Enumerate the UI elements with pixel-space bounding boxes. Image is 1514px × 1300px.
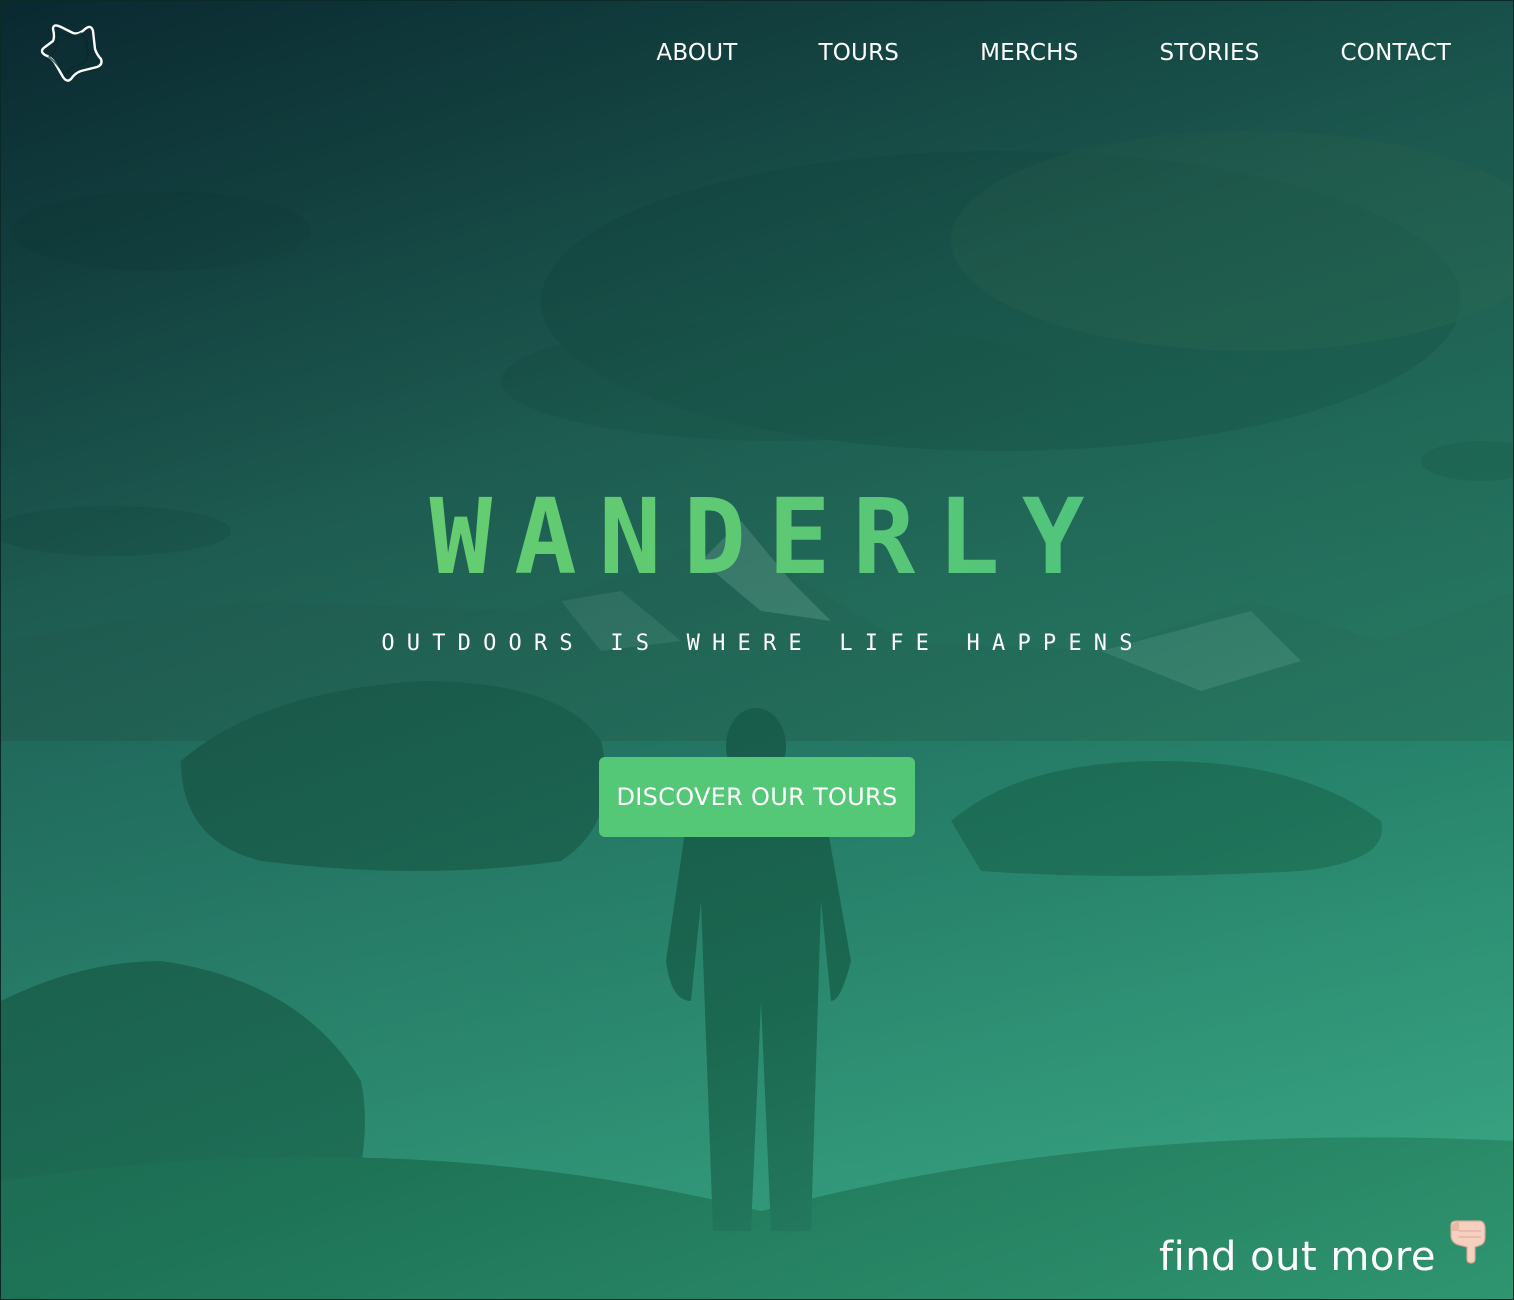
pointing-down-hand-icon[interactable] bbox=[1445, 1217, 1489, 1265]
hero-title: WANDERLY bbox=[1, 479, 1513, 595]
nav-item-tours[interactable]: TOURS bbox=[819, 37, 900, 69]
main-nav: ABOUT TOURS MERCHS STORIES CONTACT bbox=[656, 37, 1451, 69]
hero-section: ABOUT TOURS MERCHS STORIES CONTACT WANDE… bbox=[0, 0, 1514, 1300]
nav-item-about[interactable]: ABOUT bbox=[656, 37, 737, 69]
nav-item-merchs[interactable]: MERCHS bbox=[980, 37, 1078, 69]
discover-tours-button[interactable]: DISCOVER OUR TOURS bbox=[599, 757, 915, 837]
nav-item-stories[interactable]: STORIES bbox=[1159, 37, 1259, 69]
star-outline-icon[interactable] bbox=[39, 19, 103, 83]
find-out-more-link[interactable]: find out more bbox=[1159, 1233, 1436, 1281]
hero-tagline: OUTDOORS IS WHERE LIFE HAPPENS bbox=[381, 631, 1145, 656]
nav-item-contact[interactable]: CONTACT bbox=[1341, 37, 1451, 69]
